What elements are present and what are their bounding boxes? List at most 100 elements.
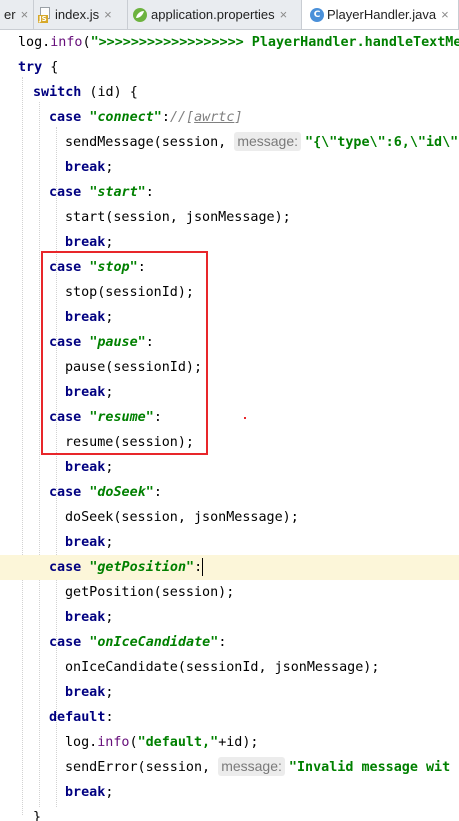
- code-token: {: [42, 60, 59, 75]
- code-keyword: break: [65, 310, 106, 325]
- tab-label: index.js: [55, 7, 100, 22]
- code-token: :: [218, 635, 227, 650]
- code-string: "pause": [89, 335, 146, 350]
- js-file-icon: JS: [38, 6, 52, 23]
- code-keyword: break: [65, 160, 106, 175]
- code-keyword: break: [65, 535, 106, 550]
- code-keyword: break: [65, 785, 106, 800]
- code-token: (: [129, 735, 138, 750]
- code-token: info: [50, 35, 83, 50]
- code-token: log.: [65, 735, 98, 750]
- code-keyword: break: [65, 235, 106, 250]
- code-line: break;: [0, 680, 459, 705]
- code-token: }: [33, 810, 42, 821]
- tab-application-properties[interactable]: application.properties ×: [128, 0, 302, 29]
- text-caret: [202, 558, 204, 576]
- code-editor[interactable]: log.info(">>>>>>>>>>>>>>>>>> PlayerHandl…: [0, 30, 459, 821]
- tab-player-handler-java[interactable]: C PlayerHandler.java ×: [302, 0, 459, 29]
- code-keyword: case: [49, 635, 82, 650]
- code-comment: ]: [234, 110, 243, 125]
- code-token: (id) {: [81, 85, 138, 100]
- code-line: onIceCandidate(sessionId, jsonMessage);: [0, 655, 459, 680]
- code-line: case "connect"://[awrtc]: [0, 105, 459, 130]
- code-line: resume(session);: [0, 430, 459, 455]
- code-token: :: [194, 560, 203, 575]
- code-line: doSeek(session, jsonMessage);: [0, 505, 459, 530]
- code-token: ;: [105, 785, 114, 800]
- properties-file-icon: [132, 7, 148, 23]
- code-line: case "doSeek":: [0, 480, 459, 505]
- code-line: case "start":: [0, 180, 459, 205]
- tab-truncated[interactable]: er ×: [0, 0, 34, 29]
- code-token: sendError(session,: [65, 760, 219, 775]
- code-line: break;: [0, 305, 459, 330]
- close-icon[interactable]: ×: [280, 7, 288, 22]
- code-token: getPosition(session);: [65, 585, 235, 600]
- code-line: case "pause":: [0, 330, 459, 355]
- code-line: pause(sessionId);: [0, 355, 459, 380]
- code-token: info: [97, 735, 130, 750]
- code-line: log.info(">>>>>>>>>>>>>>>>>> PlayerHandl…: [0, 30, 459, 55]
- code-token: log.: [18, 35, 51, 50]
- code-keyword: default: [49, 710, 106, 725]
- code-line: break;: [0, 605, 459, 630]
- code-line-current: case "getPosition":: [0, 555, 459, 580]
- code-keyword: break: [65, 385, 106, 400]
- code-string: "resume": [89, 410, 154, 425]
- code-line: case "stop":: [0, 255, 459, 280]
- code-keyword: case: [49, 485, 82, 500]
- code-keyword: case: [49, 110, 82, 125]
- code-token: resume(session);: [65, 435, 194, 450]
- code-string: "doSeek": [89, 485, 154, 500]
- code-token: pause(sessionId);: [65, 360, 203, 375]
- code-token: ;: [105, 610, 114, 625]
- code-line: log.info("default,"+id);: [0, 730, 459, 755]
- code-string: "connect": [89, 110, 162, 125]
- close-icon[interactable]: ×: [441, 7, 449, 22]
- tab-index-js[interactable]: JS index.js ×: [34, 0, 128, 29]
- code-string: "{\"type\":6,\"id\": [305, 135, 459, 150]
- code-token: start(session, jsonMessage);: [65, 210, 291, 225]
- code-line: }: [0, 805, 459, 821]
- code-line: break;: [0, 230, 459, 255]
- code-string: "start": [89, 185, 146, 200]
- code-token: +id);: [218, 735, 259, 750]
- close-icon[interactable]: ×: [21, 7, 29, 22]
- code-token: :: [161, 110, 170, 125]
- code-string: "getPosition": [89, 560, 195, 575]
- code-token: ;: [105, 235, 114, 250]
- tab-label: application.properties: [151, 7, 275, 22]
- code-line: start(session, jsonMessage);: [0, 205, 459, 230]
- code-line: switch (id) {: [0, 80, 459, 105]
- code-keyword: case: [49, 560, 82, 575]
- parameter-hint: message:: [234, 132, 302, 151]
- code-token: doSeek(session, jsonMessage);: [65, 510, 299, 525]
- code-token: ;: [105, 685, 114, 700]
- code-keyword: break: [65, 610, 106, 625]
- code-string: "Invalid message wit: [288, 760, 451, 775]
- code-line: break;: [0, 530, 459, 555]
- code-token: ;: [105, 460, 114, 475]
- code-token: ;: [105, 310, 114, 325]
- close-icon[interactable]: ×: [104, 7, 112, 22]
- code-token: ;: [105, 160, 114, 175]
- code-string: "onIceCandidate": [89, 635, 219, 650]
- tab-label: er: [4, 7, 16, 22]
- code-string: "stop": [89, 260, 138, 275]
- code-token: ;: [105, 535, 114, 550]
- code-token: :: [153, 485, 162, 500]
- tab-label: PlayerHandler.java: [327, 7, 437, 22]
- code-token: :: [145, 185, 154, 200]
- code-keyword: try: [18, 60, 43, 75]
- annotation-dot: [244, 417, 246, 419]
- code-token: onIceCandidate(sessionId, jsonMessage);: [65, 660, 380, 675]
- code-line: default:: [0, 705, 459, 730]
- code-string: ">>>>>>>>>>>>>>>>>> PlayerHandler.handle…: [90, 35, 459, 50]
- editor-tab-bar: er × JS index.js × application.propertie…: [0, 0, 459, 30]
- code-keyword: case: [49, 410, 82, 425]
- code-line: sendError(session, message: "Invalid mess…: [0, 755, 459, 780]
- code-token: ;: [105, 385, 114, 400]
- code-keyword: case: [49, 335, 82, 350]
- code-keyword: break: [65, 460, 106, 475]
- code-line: sendMessage(session, message: "{\"type\":…: [0, 130, 459, 155]
